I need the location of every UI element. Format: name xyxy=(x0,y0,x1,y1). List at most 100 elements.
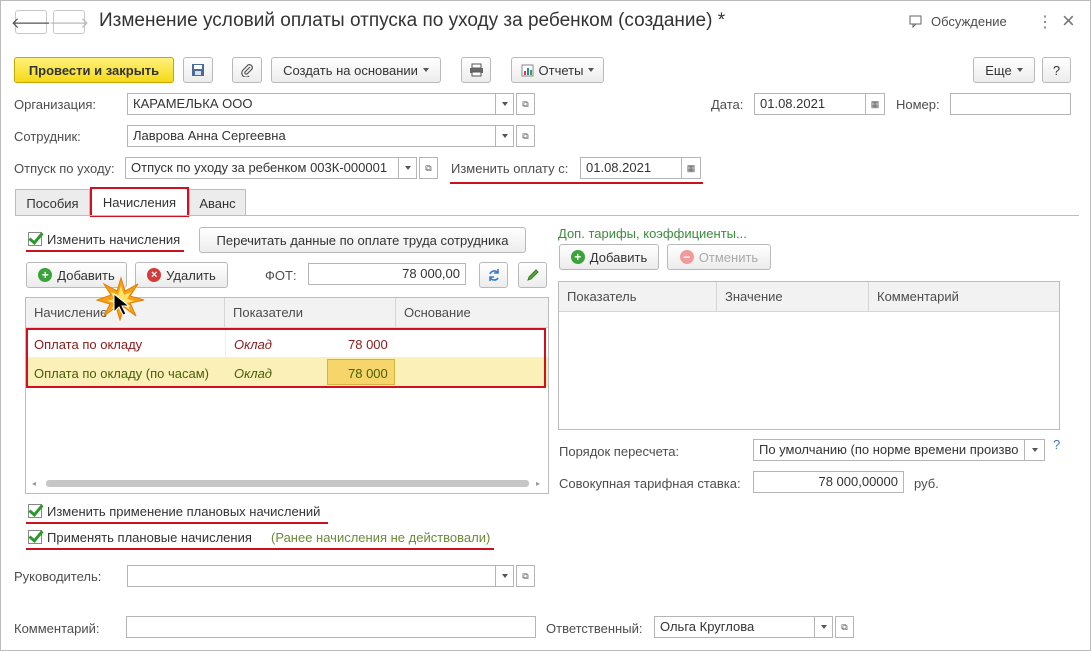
cancel-tariff-button[interactable]: − Отменить xyxy=(667,244,771,270)
column-header-indicators[interactable]: Показатели xyxy=(225,298,396,328)
responsible-open[interactable]: ⧉ xyxy=(835,616,854,638)
column-header-basis[interactable]: Основание xyxy=(396,298,548,328)
create-based-on-button[interactable]: Создать на основании xyxy=(271,57,441,83)
employee-label: Сотрудник: xyxy=(14,129,81,144)
date-picker[interactable]: ▦ xyxy=(865,93,885,115)
document-window: 🡐 🡒 Изменение условий оплаты отпуска по … xyxy=(0,0,1091,651)
tab-accruals[interactable]: Начисления xyxy=(90,187,189,217)
open-icon: ⧉ xyxy=(425,162,432,173)
delete-icon: × xyxy=(147,268,162,282)
tab-benefits[interactable]: Пособия xyxy=(15,189,90,216)
organization-open[interactable]: ⧉ xyxy=(516,93,535,115)
help-icon[interactable]: ? xyxy=(1053,437,1060,452)
save-button[interactable] xyxy=(183,57,213,83)
plus-icon: + xyxy=(38,268,53,282)
responsible-dropdown[interactable] xyxy=(814,616,833,638)
change-accruals-checkbox[interactable] xyxy=(28,232,42,246)
click-burst-icon xyxy=(96,276,145,321)
fot-label: ФОТ: xyxy=(265,268,297,283)
pencil-icon xyxy=(526,269,539,281)
calendar-icon: ▦ xyxy=(686,162,696,173)
attach-button[interactable] xyxy=(232,57,262,83)
highlight-underline xyxy=(450,182,703,184)
employee-dropdown[interactable] xyxy=(495,125,514,147)
highlight-underline xyxy=(26,522,328,524)
help-button[interactable]: ? xyxy=(1042,57,1071,83)
recalc-order-label: Порядок пересчета: xyxy=(559,444,680,459)
chevron-down-icon xyxy=(1016,68,1023,72)
chat-icon xyxy=(909,15,922,28)
discussion-link[interactable]: Обсуждение xyxy=(909,14,1007,29)
forward-button[interactable]: 🡒 xyxy=(49,10,89,34)
manager-open[interactable]: ⧉ xyxy=(516,565,535,587)
manager-dropdown[interactable] xyxy=(495,565,514,587)
reread-pay-data-button[interactable]: Перечитать данные по оплате труда сотруд… xyxy=(199,227,526,253)
column-header-comment[interactable]: Комментарий xyxy=(869,282,1059,312)
organization-dropdown[interactable] xyxy=(495,93,514,115)
chevron-down-icon xyxy=(404,166,411,170)
apply-planned-accruals-checkbox[interactable] xyxy=(28,530,42,544)
leave-field[interactable]: Отпуск по уходу за ребенком 003К-000001 xyxy=(125,157,399,179)
leave-label: Отпуск по уходу: xyxy=(14,161,115,176)
back-button[interactable]: 🡐 xyxy=(11,10,51,34)
tariff-rate-unit: руб. xyxy=(914,476,939,491)
fot-field[interactable]: 78 000,00 xyxy=(308,263,466,285)
open-icon: ⧉ xyxy=(522,98,529,109)
change-pay-date-field[interactable]: 01.08.2021 xyxy=(580,157,682,179)
recalc-order-dropdown[interactable] xyxy=(1024,439,1045,461)
arrow-right-icon: 🡒 xyxy=(48,14,90,32)
comment-field[interactable] xyxy=(126,616,536,638)
window-title: Изменение условий оплаты отпуска по уход… xyxy=(99,10,726,31)
chevron-down-icon xyxy=(588,68,595,72)
report-chart-icon xyxy=(521,64,534,76)
date-field[interactable]: 01.08.2021 xyxy=(754,93,866,115)
change-planned-accruals-checkbox[interactable] xyxy=(28,504,42,518)
recalc-order-field[interactable]: По умолчанию (по норме времени произво xyxy=(753,439,1025,461)
tab-divider xyxy=(15,215,1079,216)
manager-field[interactable] xyxy=(127,565,496,587)
add-tariff-button[interactable]: + Добавить xyxy=(559,244,659,270)
column-header-value[interactable]: Значение xyxy=(717,282,869,312)
reports-button[interactable]: Отчеты xyxy=(511,57,604,83)
organization-field[interactable]: КАРАМЕЛЬКА ООО xyxy=(127,93,496,115)
tariffs-table: Показатель Значение Комментарий xyxy=(558,281,1060,430)
manager-label: Руководитель: xyxy=(14,569,102,584)
number-field[interactable] xyxy=(950,93,1071,115)
responsible-field[interactable]: Ольга Круглова xyxy=(654,616,815,638)
scroll-right-icon[interactable]: ▸ xyxy=(536,479,540,488)
close-icon[interactable]: × xyxy=(1062,8,1075,34)
arrow-left-icon: 🡐 xyxy=(10,14,52,32)
column-header-indicator[interactable]: Показатель xyxy=(559,282,717,312)
tab-advance[interactable]: Аванс xyxy=(189,189,246,216)
more-menu-icon[interactable]: ⋮ xyxy=(1037,12,1053,32)
print-button[interactable] xyxy=(461,57,491,83)
tariff-rate-field[interactable]: 78 000,00000 xyxy=(753,471,904,493)
accruals-table: Начисление Показатели Основание Оплата п… xyxy=(25,297,549,494)
delete-accrual-button[interactable]: × Удалить xyxy=(135,262,228,288)
highlight-box xyxy=(26,328,546,388)
open-icon: ⧉ xyxy=(522,570,529,581)
chevron-down-icon xyxy=(1031,448,1038,452)
leave-open[interactable]: ⧉ xyxy=(419,157,438,179)
employee-open[interactable]: ⧉ xyxy=(516,125,535,147)
printer-icon xyxy=(469,63,483,77)
post-and-close-button[interactable]: Провести и закрыть xyxy=(14,57,174,83)
chevron-down-icon xyxy=(501,574,508,578)
change-accruals-label: Изменить начисления xyxy=(47,232,181,247)
refresh-button[interactable] xyxy=(479,262,508,288)
comment-label: Комментарий: xyxy=(14,621,100,636)
employee-field[interactable]: Лаврова Анна Сергеевна xyxy=(127,125,496,147)
edit-button[interactable] xyxy=(518,262,547,288)
calendar-icon: ▦ xyxy=(870,98,880,109)
more-button[interactable]: Еще xyxy=(973,57,1035,83)
additional-tariffs-link[interactable]: Доп. тарифы, коэффициенты... xyxy=(558,226,747,241)
minus-icon: − xyxy=(679,250,694,264)
change-pay-date-picker[interactable]: ▦ xyxy=(681,157,701,179)
refresh-icon xyxy=(488,269,499,281)
horizontal-scrollbar[interactable] xyxy=(46,480,529,487)
chevron-down-icon xyxy=(501,102,508,106)
chevron-down-icon xyxy=(501,134,508,138)
scroll-left-icon[interactable]: ◂ xyxy=(32,479,36,488)
change-planned-accruals-label: Изменить применение плановых начислений xyxy=(47,504,321,519)
leave-dropdown[interactable] xyxy=(398,157,417,179)
